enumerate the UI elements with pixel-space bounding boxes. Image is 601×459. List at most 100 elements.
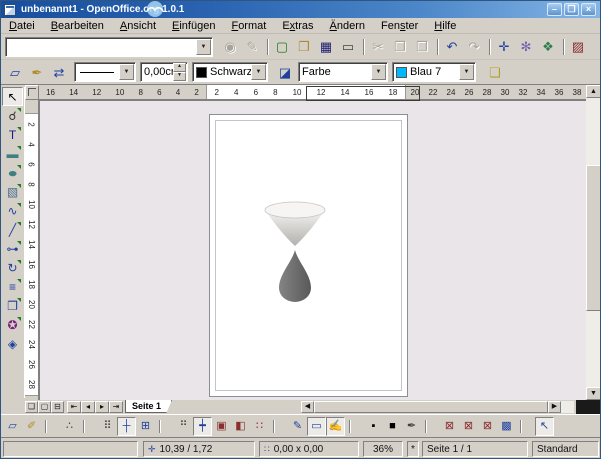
horizontal-scrollbar[interactable]: ◀ ▶ xyxy=(301,401,574,413)
edit-points-mode-icon[interactable]: ▱ xyxy=(3,417,22,436)
line-style-combobox[interactable]: ▼ xyxy=(74,62,136,82)
layer-mode-button-2[interactable]: ▢ xyxy=(38,401,51,413)
undo-icon[interactable]: ↶ xyxy=(441,36,463,58)
spin-up-icon[interactable]: ▲ xyxy=(173,63,186,72)
text-placeholder-icon[interactable]: ⊠ xyxy=(478,417,497,436)
edit-points-icon[interactable]: ▱ xyxy=(4,61,26,83)
gallery-icon[interactable]: ❖ xyxy=(537,36,559,58)
zoom-tool[interactable]: ☌ xyxy=(2,106,23,125)
menu-bearbeiten[interactable]: Bearbeiten xyxy=(43,19,112,33)
vertical-scrollbar[interactable]: ▲ ▼ xyxy=(586,85,601,400)
area-style-button[interactable]: ◪ xyxy=(274,61,296,83)
picture-placeholder-icon[interactable]: ⊠ xyxy=(440,417,459,436)
layer-mode-button-3[interactable]: ⊟ xyxy=(51,401,64,413)
show-helplines-icon[interactable]: ┼ xyxy=(117,417,136,436)
connector-tool[interactable]: ⊶ xyxy=(2,239,23,258)
glue-points-icon[interactable]: ✐ xyxy=(22,417,41,436)
snap-margins-icon[interactable]: ▣ xyxy=(212,417,231,436)
save-document-icon[interactable]: ▦ xyxy=(315,36,337,58)
scroll-right-button[interactable]: ▶ xyxy=(548,401,561,413)
large-handles-icon[interactable]: ■ xyxy=(383,417,402,436)
page-tab[interactable]: Seite 1 xyxy=(125,400,172,413)
curve-tool[interactable]: ∿ xyxy=(2,201,23,220)
menu-datei[interactable]: Datei xyxy=(1,19,43,33)
dropdown-arrow-icon[interactable]: ▼ xyxy=(459,64,474,80)
line-width-field[interactable]: 0,00cm ▲ ▼ xyxy=(140,62,188,82)
double-click-edit-text-icon[interactable]: ✍ xyxy=(326,417,345,436)
navigator-icon[interactable]: ✛ xyxy=(493,36,515,58)
snap-object-points-icon[interactable]: ∷ xyxy=(250,417,269,436)
scroll-left-button[interactable]: ◀ xyxy=(301,401,314,413)
status-page-panel[interactable]: Seite 1 / 1 xyxy=(422,441,528,457)
rotate-tool[interactable]: ↻ xyxy=(2,258,23,277)
rotation-mode-icon[interactable]: ∴ xyxy=(60,417,79,436)
menu-einfuegen[interactable]: Einfügen xyxy=(164,19,223,33)
menu-format[interactable]: Format xyxy=(223,19,274,33)
line-color-combobox[interactable]: Schwarz ▼ xyxy=(192,62,268,82)
menu-hilfe[interactable]: Hilfe xyxy=(426,19,464,33)
snap-helplines-icon[interactable]: ┿ xyxy=(193,417,212,436)
status-size-panel[interactable]: ∷ 0,00 x 0,00 xyxy=(259,441,359,457)
drawing-canvas[interactable] xyxy=(39,100,586,400)
url-combobox[interactable]: ▼ xyxy=(5,37,213,57)
menu-aendern[interactable]: Ändern xyxy=(322,19,373,33)
text-tool[interactable]: T xyxy=(2,125,23,144)
status-position-panel[interactable]: ✛ 10,39 / 1,72 xyxy=(143,441,255,457)
shadow-button[interactable]: ❏ xyxy=(484,61,506,83)
dropdown-arrow-icon[interactable]: ▼ xyxy=(251,64,266,80)
select-visible-icon[interactable]: ↖ xyxy=(535,417,554,436)
open-document-icon[interactable]: ❐ xyxy=(293,36,315,58)
zoom-icon[interactable]: ✻ xyxy=(515,36,537,58)
line-dialog-icon[interactable]: ✒ xyxy=(26,61,48,83)
3d-objects-tool[interactable]: ▧ xyxy=(2,182,23,201)
arrow-style-icon[interactable]: ⇄ xyxy=(48,61,70,83)
fill-style-combobox[interactable]: Farbe ▼ xyxy=(298,62,388,82)
rectangle-tool[interactable]: ▬ xyxy=(2,144,23,163)
new-document-icon[interactable]: ▢ xyxy=(271,36,293,58)
scroll-up-button[interactable]: ▲ xyxy=(586,85,601,98)
maximize-button[interactable]: ❐ xyxy=(564,3,579,16)
menu-fenster[interactable]: Fenster xyxy=(373,19,426,33)
line-contour-icon[interactable]: ▩ xyxy=(497,417,516,436)
previous-page-button[interactable]: ◂ xyxy=(81,401,95,413)
bitmap-icon[interactable]: ▨ xyxy=(567,36,589,58)
modify-with-attributes-icon[interactable]: ✒ xyxy=(402,417,421,436)
arrange-tool[interactable]: ❐ xyxy=(2,296,23,315)
layer-mode-button-1[interactable]: ❑ xyxy=(25,401,38,413)
minimize-button[interactable]: – xyxy=(547,3,562,16)
select-tool[interactable]: ↖ xyxy=(2,87,23,106)
contour-mode-icon[interactable]: ⊠ xyxy=(459,417,478,436)
show-grid-icon[interactable]: ⠿ xyxy=(98,417,117,436)
menu-extras[interactable]: Extras xyxy=(274,19,321,33)
next-page-button[interactable]: ▸ xyxy=(95,401,109,413)
window-resize-corner[interactable] xyxy=(576,400,601,414)
lines-arrows-tool[interactable]: ╱ xyxy=(2,220,23,239)
page[interactable] xyxy=(209,114,408,397)
dropdown-arrow-icon[interactable]: ▼ xyxy=(119,64,134,80)
scroll-down-button[interactable]: ▼ xyxy=(586,387,601,400)
use-grid-icon[interactable]: ⊞ xyxy=(136,417,155,436)
snap-object-border-icon[interactable]: ◧ xyxy=(231,417,250,436)
close-button[interactable]: × xyxy=(581,3,596,16)
3d-controller-tool[interactable]: ◈ xyxy=(2,334,23,353)
dropdown-arrow-icon[interactable]: ▼ xyxy=(371,64,386,80)
select-text-area-icon[interactable]: ▭ xyxy=(307,417,326,436)
vertical-scrollbar-thumb[interactable] xyxy=(586,165,601,311)
status-template-panel[interactable]: Standard xyxy=(532,441,599,457)
status-zoom-panel[interactable]: 36% xyxy=(363,441,403,457)
print-icon[interactable]: ▭ xyxy=(337,36,359,58)
quick-edit-icon[interactable]: ✎ xyxy=(288,417,307,436)
dropdown-arrow-icon[interactable]: ▼ xyxy=(196,39,211,55)
snap-grid-icon[interactable]: ⠛ xyxy=(174,417,193,436)
menu-ansicht[interactable]: Ansicht xyxy=(112,19,164,33)
simple-handles-icon[interactable]: ▪ xyxy=(364,417,383,436)
horizontal-scrollbar-thumb[interactable] xyxy=(314,401,548,413)
separator xyxy=(263,36,271,58)
fill-color-combobox[interactable]: Blau 7 ▼ xyxy=(392,62,476,82)
last-page-button[interactable]: ⇥ xyxy=(109,401,123,413)
effects-tool[interactable]: ✪ xyxy=(2,315,23,334)
ellipse-tool[interactable]: ● xyxy=(2,163,23,182)
spin-down-icon[interactable]: ▼ xyxy=(173,72,186,81)
alignment-tool[interactable]: ≡ xyxy=(2,277,23,296)
first-page-button[interactable]: ⇤ xyxy=(67,401,81,413)
